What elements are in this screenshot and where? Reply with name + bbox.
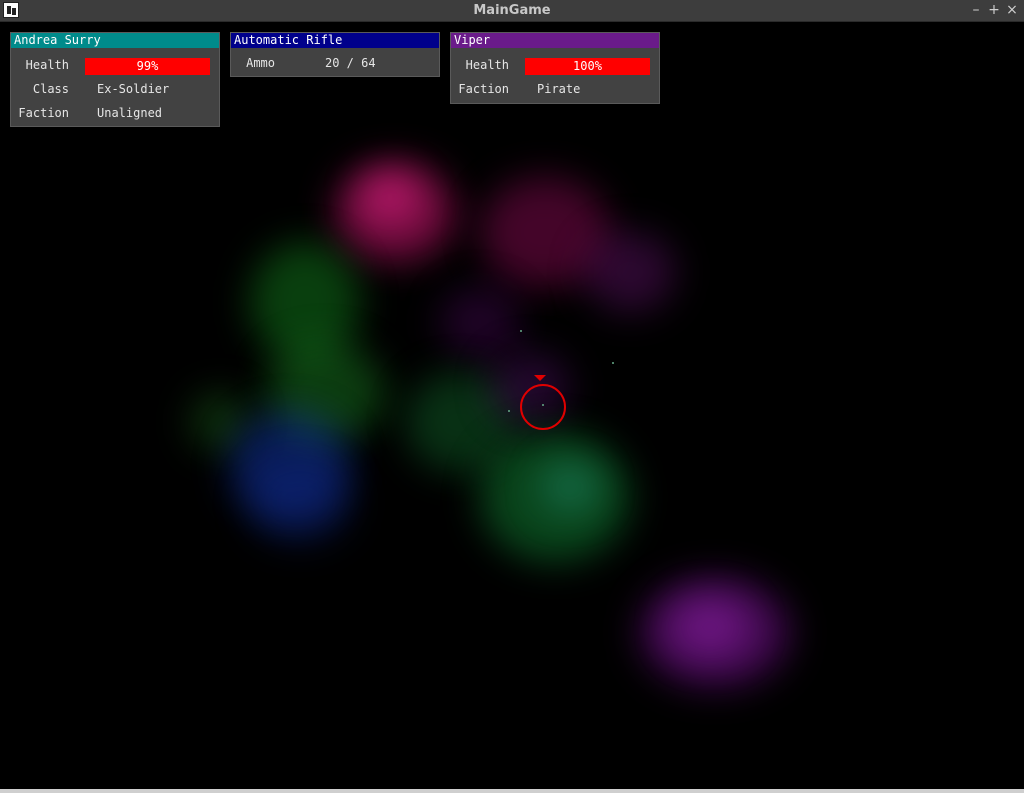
player-faction-row: Faction Unaligned — [11, 106, 219, 124]
star-dot — [612, 362, 614, 364]
game-viewport[interactable] — [0, 22, 1024, 789]
title-bar: MainGame – + × — [0, 0, 1024, 22]
player-heading-marker — [534, 375, 546, 381]
nebula-cloud — [440, 287, 520, 357]
target-name: Viper — [451, 33, 659, 48]
window-title: MainGame — [473, 3, 551, 18]
player-health-bar: 99% — [85, 58, 210, 75]
weapon-name: Automatic Rifle — [231, 33, 439, 48]
nebula-cloud — [585, 232, 675, 312]
close-button[interactable]: × — [1004, 2, 1020, 18]
target-health-bar: 100% — [525, 58, 650, 75]
health-label: Health — [25, 58, 69, 72]
faction-label: Faction — [458, 82, 509, 96]
player-ship-reticle[interactable] — [520, 384, 566, 430]
health-label: Health — [465, 58, 509, 72]
player-health-row: Health 99% — [11, 58, 219, 76]
faction-value: Unaligned — [97, 106, 163, 120]
nebula-cloud — [670, 597, 750, 657]
player-class-row: Class Ex-Soldier — [11, 82, 219, 100]
target-status-panel: Viper Health 100% Faction Pirate — [450, 32, 660, 104]
minimize-button[interactable]: – — [968, 2, 984, 18]
bottom-status-strip — [0, 789, 1024, 793]
maximize-button[interactable]: + — [986, 2, 1002, 18]
ammo-value: 20 / 64 — [325, 56, 376, 70]
player-name: Andrea Surry — [11, 33, 219, 48]
weapon-panel: Automatic Rifle Ammo 20 / 64 — [230, 32, 440, 77]
class-value: Ex-Soldier — [97, 82, 170, 96]
target-health-row: Health 100% — [451, 58, 659, 76]
faction-value: Pirate — [537, 82, 581, 96]
player-status-panel: Andrea Surry Health 99% Class Ex-Soldier… — [10, 32, 220, 127]
nebula-cloud — [540, 462, 600, 512]
class-label: Class — [32, 82, 69, 96]
faction-label: Faction — [18, 106, 69, 120]
star-dot — [520, 330, 522, 332]
ammo-row: Ammo 20 / 64 — [231, 56, 439, 74]
nebula-cloud — [250, 462, 350, 542]
nebula-cloud — [360, 172, 420, 222]
star-dot — [508, 410, 510, 412]
target-faction-row: Faction Pirate — [451, 82, 659, 100]
ammo-label: Ammo — [246, 56, 275, 70]
